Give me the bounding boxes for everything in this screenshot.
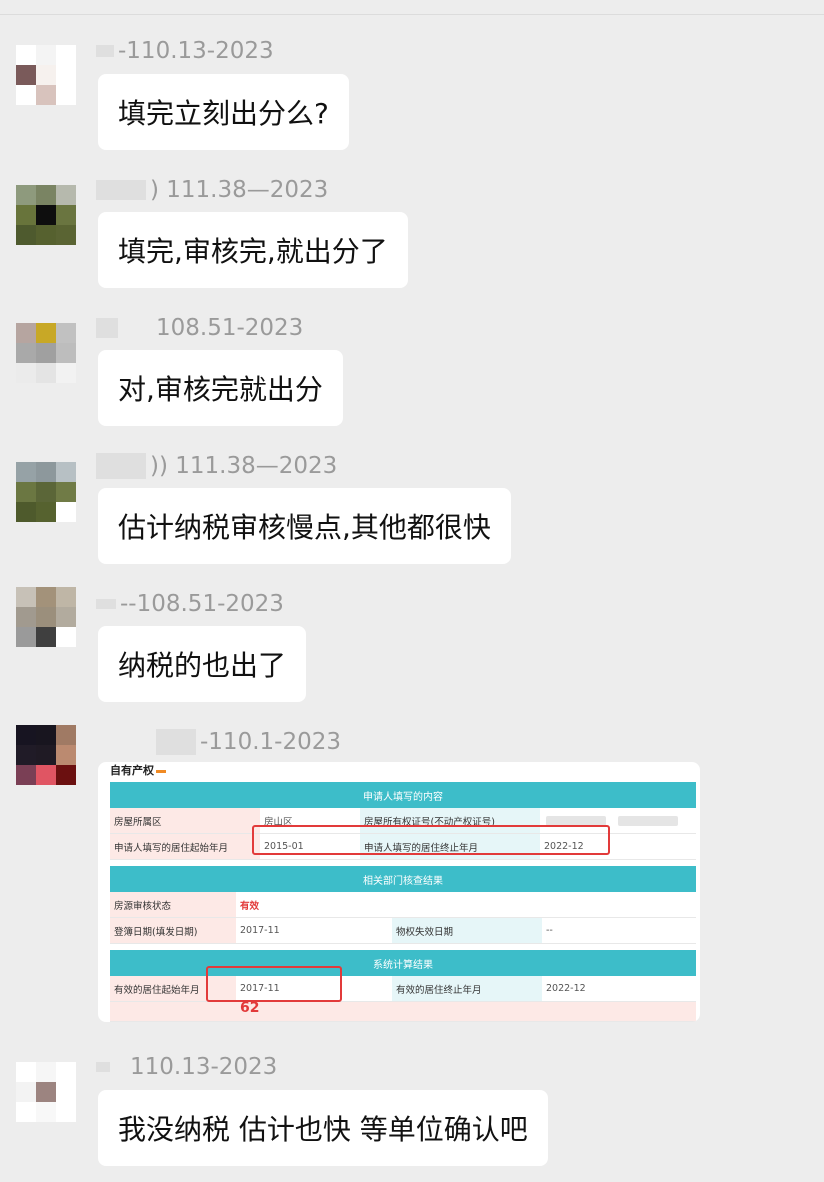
score-value: 62 (240, 1000, 260, 1016)
message-text: 填完立刻出分么? (118, 97, 329, 130)
sender-name: -110.13-2023 (96, 36, 274, 66)
avatar[interactable] (16, 185, 76, 245)
blurred-name (96, 1062, 110, 1072)
sender-name: ) 111.38—2023 (96, 175, 328, 205)
avatar[interactable] (16, 45, 76, 105)
message-bubble[interactable]: 填完立刻出分么? (98, 74, 349, 150)
message-bubble[interactable]: 对,审核完就出分 (98, 350, 343, 426)
sender-name: --108.51-2023 (96, 589, 284, 619)
table-row: 房源审核状态 有效 (110, 892, 696, 918)
housing-record-document: 申请人填写的内容 房屋所属区 房山区 房屋所有权证号(不动产权证号) 申请人填写… (110, 782, 696, 1022)
highlight-box (252, 825, 610, 855)
table-row: 有效的居住起始年月 2017-11 有效的居住终止年月 2022-12 (110, 976, 696, 1002)
sender-name: -110.1-2023 (96, 727, 341, 757)
message-text: 我没纳税 估计也快 等单位确认吧 (118, 1113, 528, 1146)
top-divider (0, 14, 824, 15)
sender-label: )) 111.38—2023 (150, 453, 338, 479)
sender-label: ) 111.38—2023 (150, 177, 329, 203)
section-header: 相关部门核查结果 (110, 866, 696, 892)
sender-label: 108.51-2023 (156, 315, 304, 341)
redacted-text (618, 816, 678, 826)
sender-label: -110.1-2023 (200, 729, 341, 755)
sender-label: -110.13-2023 (118, 38, 274, 64)
message-text: 纳税的也出了 (118, 649, 287, 682)
sender-name: 108.51-2023 (96, 313, 303, 343)
blurred-name (96, 318, 118, 338)
message-bubble[interactable]: 填完,审核完,就出分了 (98, 212, 408, 288)
avatar[interactable] (16, 462, 76, 522)
table-row (110, 1002, 696, 1022)
blurred-name (96, 453, 146, 479)
image-top-fragment: 自有产权 (110, 762, 166, 778)
section-header: 系统计算结果 (110, 950, 696, 976)
avatar[interactable] (16, 725, 76, 785)
message-text: 估计纳税审核慢点,其他都很快 (118, 511, 491, 544)
message-bubble[interactable]: 我没纳税 估计也快 等单位确认吧 (98, 1090, 548, 1166)
message-bubble[interactable]: 估计纳税审核慢点,其他都很快 (98, 488, 511, 564)
sender-name: )) 111.38—2023 (96, 451, 337, 481)
blurred-name (96, 180, 146, 200)
blurred-name (96, 45, 114, 57)
message-bubble[interactable]: 纳税的也出了 (98, 626, 307, 702)
blurred-name (96, 599, 116, 609)
sender-name: 110.13-2023 (96, 1052, 277, 1082)
message-text: 填完,审核完,就出分了 (118, 235, 388, 268)
avatar[interactable] (16, 1062, 76, 1122)
message-text: 对,审核完就出分 (118, 373, 323, 406)
avatar[interactable] (16, 323, 76, 383)
sender-label: 110.13-2023 (130, 1054, 278, 1080)
highlight-box (206, 966, 342, 1002)
sender-label: --108.51-2023 (120, 591, 284, 617)
blurred-name (156, 729, 196, 755)
avatar[interactable] (16, 587, 76, 647)
image-message[interactable]: 自有产权 申请人填写的内容 房屋所属区 房山区 房屋所有权证号(不动产权证号) … (98, 762, 700, 1022)
section-header: 申请人填写的内容 (110, 782, 696, 808)
table-row: 登簿日期(填发日期) 2017-11 物权失效日期 -- (110, 918, 696, 944)
